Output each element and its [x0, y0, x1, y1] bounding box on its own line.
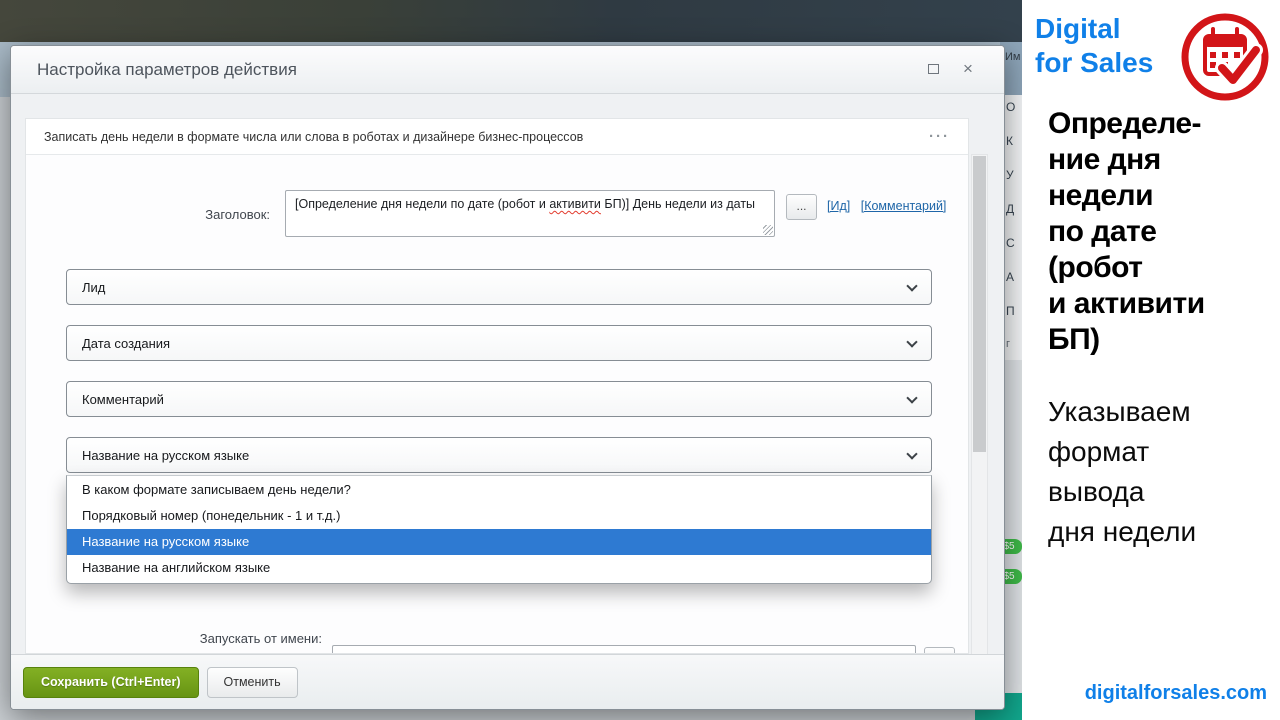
dialog-title: Настройка параметров действия	[37, 46, 297, 94]
insert-id-link[interactable]: [Ид]	[827, 199, 850, 213]
close-icon: ×	[963, 59, 973, 78]
run-as-label: Запускать от имени:	[82, 631, 322, 646]
select-format[interactable]: Название на русском языке	[66, 437, 932, 473]
promo-website: digitalforsales.com	[1085, 682, 1267, 705]
promo-sidebar: Digital for Sales Определе- ние дня неде…	[1022, 0, 1280, 720]
screen: Им О К У Д С А П г $5 $5 Настройка парам…	[0, 0, 1280, 720]
promo-title-line: и активити	[1048, 286, 1205, 322]
brand-logo-line: for Sales	[1035, 46, 1153, 80]
close-button[interactable]: ×	[958, 59, 978, 79]
promo-title-line: недели	[1048, 178, 1205, 214]
dropdown-option[interactable]: В каком формате записываем день недели?	[67, 477, 931, 503]
select-entity-value: Лид	[82, 280, 105, 295]
dropdown-option-selected[interactable]: Название на русском языке	[67, 529, 931, 555]
promo-subtitle: Указываем формат вывода дня недели	[1048, 392, 1196, 552]
background-row-fragment: Д	[1006, 202, 1022, 216]
background-row-fragment: П	[1006, 304, 1022, 318]
background-row-fragment: А	[1006, 270, 1022, 284]
resize-grip-icon[interactable]	[763, 225, 773, 235]
title-value-part: [Определение дня недели по дате (робот и	[295, 197, 549, 211]
dialog-content-panel: Записать день недели в формате числа или…	[25, 118, 969, 654]
cancel-button[interactable]: Отменить	[207, 667, 298, 698]
title-value-part: БП)] День недели из даты	[601, 197, 755, 211]
background-row-fragment: С	[1006, 236, 1022, 250]
select-target-field-value: Комментарий	[82, 392, 164, 407]
chevron-down-icon	[906, 280, 917, 291]
chevron-down-icon	[906, 392, 917, 403]
brand-logo-text: Digital for Sales	[1035, 12, 1153, 80]
title-field-label: Заголовок:	[26, 207, 270, 222]
promo-subtitle-line: вывода	[1048, 472, 1196, 512]
select-date-field-value: Дата создания	[82, 336, 170, 351]
promo-title-line: ние дня	[1048, 142, 1205, 178]
background-row-fragment: У	[1006, 168, 1022, 182]
run-as-input[interactable]	[332, 645, 916, 654]
chevron-down-icon	[906, 448, 917, 459]
dialog-scrollbar[interactable]	[971, 154, 988, 699]
dialog-body: Записать день недели в формате числа или…	[11, 94, 1004, 709]
title-more-button[interactable]: ...	[786, 194, 817, 220]
action-description-bar: Записать день недели в формате числа или…	[26, 119, 968, 155]
promo-title-line: по дате	[1048, 214, 1205, 250]
select-format-value: Название на русском языке	[82, 448, 249, 463]
promo-title: Определе- ние дня недели по дате (робот …	[1048, 106, 1205, 358]
background-row-fragment: К	[1006, 134, 1022, 148]
background-top-bar	[0, 0, 1022, 42]
promo-subtitle-line: формат	[1048, 432, 1196, 472]
background-row-fragment: г	[1006, 338, 1022, 350]
format-dropdown-list: В каком формате записываем день недели? …	[66, 475, 932, 584]
dropdown-option[interactable]: Порядковый номер (понедельник - 1 и т.д.…	[67, 503, 931, 529]
promo-title-line: БП)	[1048, 322, 1205, 358]
background-header-fragment: Им	[1005, 51, 1020, 63]
title-textarea[interactable]: [Определение дня недели по дате (робот и…	[285, 190, 775, 237]
insert-comment-link[interactable]: [Комментарий]	[861, 199, 947, 213]
dialog-footer: Сохранить (Ctrl+Enter) Отменить	[11, 654, 1004, 709]
kebab-menu-icon[interactable]: ···	[929, 128, 950, 145]
promo-subtitle-line: дня недели	[1048, 512, 1196, 552]
action-description: Записать день недели в формате числа или…	[44, 130, 583, 144]
promo-title-line: (робот	[1048, 250, 1205, 286]
dialog-titlebar: Настройка параметров действия ×	[11, 46, 1004, 94]
select-date-field[interactable]: Дата создания	[66, 325, 932, 361]
promo-subtitle-line: Указываем	[1048, 392, 1196, 432]
brand-logo-line: Digital	[1035, 12, 1153, 46]
dropdown-option[interactable]: Название на английском языке	[67, 555, 931, 581]
save-button[interactable]: Сохранить (Ctrl+Enter)	[23, 667, 199, 698]
title-value-misspelled: активити	[549, 197, 601, 211]
chevron-down-icon	[906, 336, 917, 347]
select-target-field[interactable]: Комментарий	[66, 381, 932, 417]
action-settings-dialog: Настройка параметров действия × Записать…	[10, 45, 1005, 710]
scrollbar-thumb[interactable]	[973, 156, 986, 452]
calendar-check-icon	[1180, 12, 1270, 102]
promo-title-line: Определе-	[1048, 106, 1205, 142]
maximize-button[interactable]	[924, 62, 942, 78]
select-entity[interactable]: Лид	[66, 269, 932, 305]
run-as-more-button[interactable]: ...	[924, 647, 955, 654]
maximize-icon	[928, 64, 939, 74]
background-row-fragment: О	[1006, 100, 1022, 114]
title-insert-links: [Ид] [Комментарий]	[827, 199, 953, 213]
